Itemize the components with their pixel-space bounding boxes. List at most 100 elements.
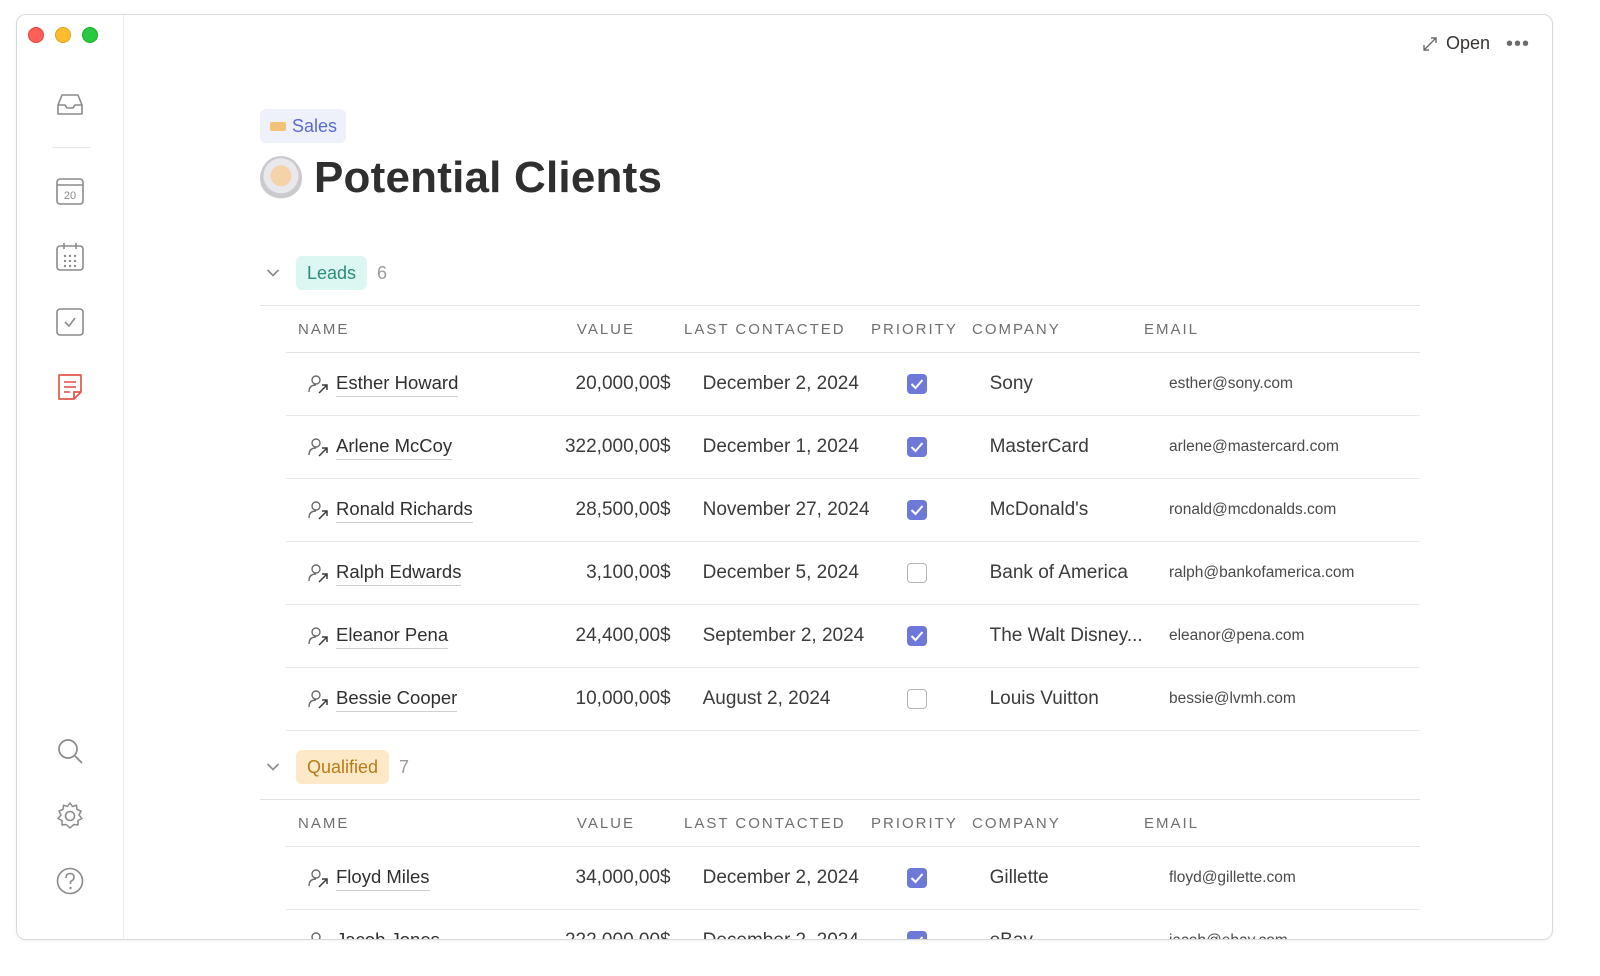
email-cell[interactable]: eleanor@pena.com (1161, 627, 1420, 645)
main-content: Sales Potential Clients Leads6NAMEVALUEL… (260, 109, 1420, 940)
table-row[interactable]: Eleanor Pena24,400,00$September 2, 2024T… (286, 605, 1420, 668)
column-header-last-contacted[interactable]: LAST CONTACTED (652, 815, 871, 832)
sidebar-item-today[interactable]: 20 (54, 175, 86, 207)
column-header-last-contacted[interactable]: LAST CONTACTED (652, 321, 871, 338)
maximize-window-button[interactable] (82, 27, 98, 43)
checkmark-icon (910, 441, 924, 453)
sidebar-item-settings[interactable] (54, 800, 86, 832)
priority-cell (889, 689, 990, 709)
sidebar-item-help[interactable] (54, 865, 86, 897)
collapse-toggle[interactable] (260, 754, 286, 780)
breadcrumb-tag[interactable]: Sales (260, 109, 346, 143)
priority-checkbox[interactable] (907, 868, 927, 888)
table-row[interactable]: Arlene McCoy322,000,00$December 1, 2024M… (286, 416, 1420, 479)
company-cell: Gillette (990, 867, 1161, 889)
checkmark-icon (910, 630, 924, 642)
priority-checkbox[interactable] (907, 500, 927, 520)
last-contacted-cell: September 2, 2024 (671, 625, 889, 647)
help-icon (55, 866, 85, 896)
minimize-window-button[interactable] (55, 27, 71, 43)
client-name-link[interactable]: Esther Howard (336, 372, 458, 397)
person-arrow-icon (306, 866, 330, 890)
priority-checkbox[interactable] (907, 931, 927, 940)
person-arrow-icon (306, 624, 330, 648)
checkmark-icon (910, 504, 924, 516)
chevron-down-icon (266, 762, 280, 772)
group-header: Leads 6 (260, 255, 1420, 291)
email-cell[interactable]: ralph@bankofamerica.com (1161, 564, 1420, 582)
name-cell: Eleanor Pena (286, 624, 553, 649)
group-label[interactable]: Leads (296, 256, 367, 290)
company-cell: McDonald's (990, 499, 1161, 521)
sidebar-item-search[interactable] (54, 735, 86, 767)
open-button-label: Open (1446, 33, 1490, 54)
client-name-link[interactable]: Ronald Richards (336, 498, 473, 523)
priority-checkbox[interactable] (907, 374, 927, 394)
value-cell: 222,000,00$ (553, 930, 671, 940)
column-header-company[interactable]: COMPANY (972, 321, 1144, 338)
name-cell: Ralph Edwards (286, 561, 553, 586)
more-options-button[interactable]: ••• (1506, 33, 1530, 56)
name-cell: Ronald Richards (286, 498, 553, 523)
table-row[interactable]: Ronald Richards28,500,00$November 27, 20… (286, 479, 1420, 542)
table-row[interactable]: Ralph Edwards 3,100,00$December 5, 2024 Ba… (286, 542, 1420, 605)
open-button[interactable]: Open (1422, 33, 1490, 54)
client-name-link[interactable]: Floyd Miles (336, 866, 430, 891)
chevron-down-icon (266, 268, 280, 278)
email-cell[interactable]: esther@sony.com (1161, 375, 1420, 393)
table-row[interactable]: Jacob Jones222,000,00$December 2, 2024eB… (286, 910, 1420, 940)
close-window-button[interactable] (28, 27, 44, 43)
client-name-link[interactable]: Eleanor Pena (336, 624, 448, 649)
value-cell: 10,000,00$ (553, 688, 671, 710)
client-name-link[interactable]: Bessie Cooper (336, 687, 457, 712)
email-cell[interactable]: bessie@lvmh.com (1161, 690, 1420, 708)
priority-checkbox[interactable] (907, 563, 927, 583)
sidebar-item-inbox[interactable] (54, 89, 86, 121)
column-header-email[interactable]: EMAIL (1144, 321, 1404, 338)
column-header-value[interactable]: VALUE (534, 815, 652, 832)
column-header-priority[interactable]: PRIORITY (871, 815, 972, 832)
email-cell[interactable]: arlene@mastercard.com (1161, 438, 1420, 456)
table-row[interactable]: Floyd Miles34,000,00$December 2, 2024Gil… (286, 847, 1420, 910)
company-cell: Bank of America (990, 562, 1161, 584)
page-title: Potential Clients (314, 153, 662, 203)
person-arrow-icon (306, 498, 330, 522)
sidebar-divider (52, 147, 90, 148)
client-name-link[interactable]: Jacob Jones (336, 929, 440, 941)
priority-checkbox[interactable] (907, 626, 927, 646)
last-contacted-cell: December 5, 2024 (671, 562, 889, 584)
column-header-company[interactable]: COMPANY (972, 815, 1144, 832)
client-name-link[interactable]: Ralph Edwards (336, 561, 461, 586)
column-header-value[interactable]: VALUE (534, 321, 652, 338)
person-arrow-icon (306, 929, 330, 940)
sidebar-item-calendar[interactable] (54, 241, 86, 273)
value-cell: 20,000,00$ (553, 373, 671, 395)
name-cell: Jacob Jones (286, 929, 553, 941)
group-qualified: Qualified7NAMEVALUELAST CONTACTEDPRIORIT… (260, 749, 1420, 940)
email-cell[interactable]: ronald@mcdonalds.com (1161, 501, 1420, 519)
value-cell: 24,400,00$ (553, 625, 671, 647)
last-contacted-cell: December 2, 2024 (671, 373, 889, 395)
column-header-email[interactable]: EMAIL (1144, 815, 1404, 832)
email-cell[interactable]: jacob@ebay.com (1161, 932, 1420, 940)
group-count: 6 (377, 263, 387, 284)
client-name-link[interactable]: Arlene McCoy (336, 435, 452, 460)
email-cell[interactable]: floyd@gillette.com (1161, 869, 1420, 887)
company-cell: MasterCard (990, 436, 1161, 458)
column-header-name[interactable]: NAME (286, 815, 534, 832)
column-header-name[interactable]: NAME (286, 321, 534, 338)
group-label[interactable]: Qualified (296, 750, 389, 784)
priority-checkbox[interactable] (907, 689, 927, 709)
last-contacted-cell: December 2, 2024 (671, 867, 889, 889)
sidebar-item-notes[interactable] (54, 371, 86, 403)
table-row[interactable]: Bessie Cooper10,000,00$August 2, 2024Lou… (286, 668, 1420, 731)
collapse-toggle[interactable] (260, 260, 286, 286)
column-header-priority[interactable]: PRIORITY (871, 321, 972, 338)
table-row[interactable]: Esther Howard 20,000,00$December 2, 2024 S… (286, 353, 1420, 416)
inbox-icon (55, 92, 85, 118)
value-cell: 3,100,00$ (553, 562, 671, 584)
priority-checkbox[interactable] (907, 437, 927, 457)
company-cell: Sony (990, 373, 1161, 395)
sidebar-item-tasks[interactable] (54, 306, 86, 338)
breadcrumb-label: Sales (292, 116, 337, 137)
